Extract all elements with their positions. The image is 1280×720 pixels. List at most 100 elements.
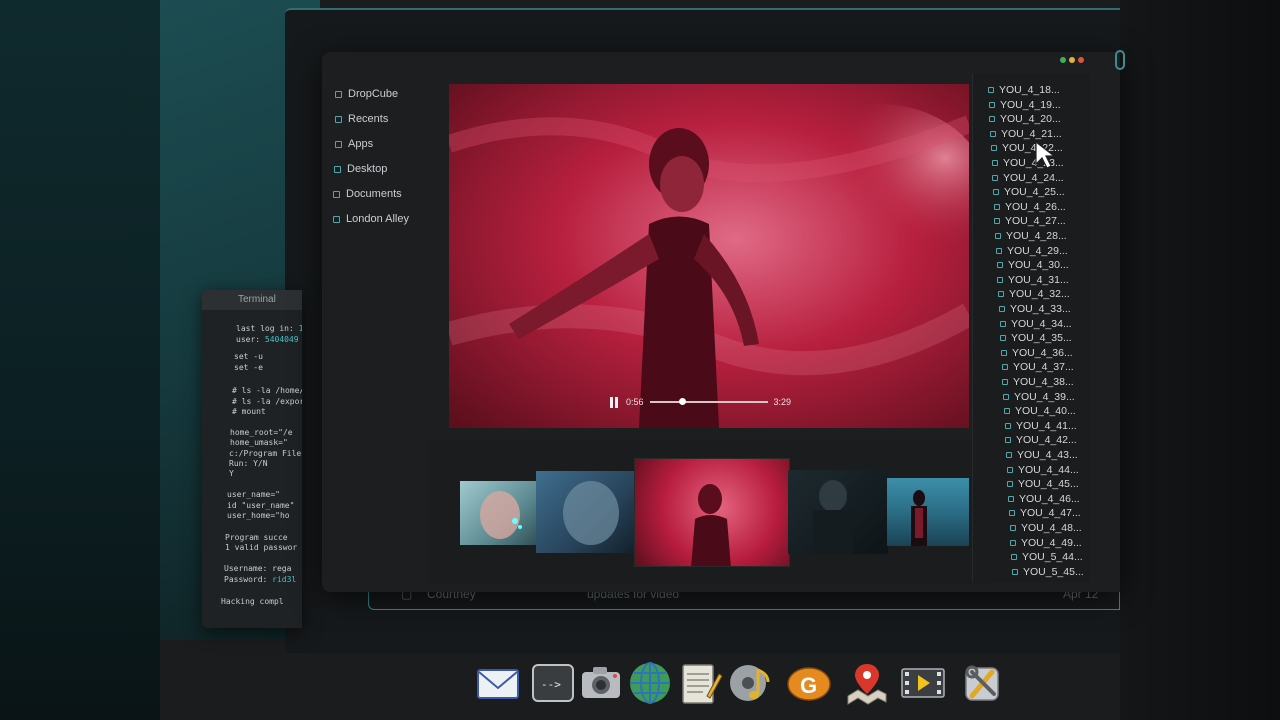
sidebar-item-label: London Alley: [346, 213, 409, 225]
sidebar-item-london-alley[interactable]: London Alley: [333, 213, 409, 225]
thumbnail-2[interactable]: [536, 471, 636, 553]
terminal-line-value: 10-2: [298, 324, 302, 333]
file-list-item[interactable]: YOU_4_39...: [1003, 391, 1075, 403]
file-list-item[interactable]: YOU_4_36...: [1001, 347, 1073, 359]
terminal-line-text: # mount: [232, 407, 266, 416]
sidebar-item-label: Recents: [348, 113, 389, 125]
file-name: YOU_4_29...: [1007, 244, 1068, 257]
file-icon: [1010, 525, 1016, 531]
file-name: YOU_4_36...: [1012, 346, 1073, 359]
file-name: YOU_4_43...: [1017, 449, 1078, 461]
terminal-line-text: home_umask=": [230, 438, 288, 447]
sidebar-item-label: DropCube: [348, 88, 399, 100]
file-name: YOU_4_49...: [1021, 536, 1082, 549]
file-list-item[interactable]: YOU_4_25...: [993, 186, 1065, 198]
video-icon[interactable]: [900, 660, 946, 706]
file-list-item[interactable]: YOU_4_40...: [1004, 405, 1076, 417]
pause-icon[interactable]: [610, 396, 620, 408]
file-list-item[interactable]: YOU_4_37...: [1002, 361, 1074, 373]
file-list-item[interactable]: YOU_4_46...: [1008, 493, 1080, 505]
tools-icon[interactable]: [960, 660, 1006, 706]
duration: 3:29: [773, 397, 792, 407]
g-app-icon[interactable]: G: [786, 660, 832, 706]
sidebar-item-recents[interactable]: Recents: [335, 113, 388, 125]
window-controls: [1060, 57, 1084, 63]
sidebar-item-desktop[interactable]: Desktop: [334, 163, 387, 175]
file-name: YOU_4_33...: [1010, 303, 1071, 315]
documents-icon: [333, 190, 340, 198]
sidebar-item-label: Documents: [346, 188, 402, 200]
sidebar-item-documents[interactable]: Documents: [333, 188, 402, 200]
file-name: YOU_4_19...: [1000, 98, 1061, 111]
file-list-item[interactable]: YOU_4_32...: [998, 288, 1070, 300]
file-list-item[interactable]: YOU_5_45...: [1012, 566, 1084, 578]
dropbox-icon: [335, 90, 342, 98]
file-list-item[interactable]: YOU_4_20...: [989, 113, 1061, 125]
file-list-item[interactable]: YOU_4_19...: [989, 99, 1061, 111]
window-resize-handle[interactable]: [1115, 50, 1125, 70]
terminal-line: id "user_name": [227, 501, 294, 510]
svg-text:-->: -->: [541, 678, 561, 691]
file-icon: [1005, 422, 1011, 429]
file-list-item[interactable]: YOU_4_44...: [1007, 464, 1079, 476]
terminal-line: Program succe: [225, 533, 288, 542]
file-list-item[interactable]: YOU_4_41...: [1005, 420, 1077, 432]
file-list-item[interactable]: YOU_4_27...: [994, 215, 1066, 227]
file-icon: [995, 233, 1001, 239]
file-list-item[interactable]: YOU_4_31...: [997, 274, 1069, 286]
terminal-line: Run: Y/N: [229, 459, 268, 468]
seek-knob[interactable]: [678, 398, 686, 405]
file-list-item[interactable]: YOU_4_28...: [995, 230, 1067, 242]
terminal-icon[interactable]: -->: [530, 660, 576, 706]
globe-icon[interactable]: [627, 660, 673, 706]
terminal-line-text: home_root="/e: [230, 428, 293, 437]
file-list-item[interactable]: YOU_4_21...: [990, 128, 1062, 140]
file-list-item[interactable]: YOU_4_30...: [997, 259, 1069, 271]
camera-icon[interactable]: [578, 660, 624, 706]
file-icon: [989, 101, 995, 108]
file-list-item[interactable]: YOU_4_26...: [994, 201, 1066, 213]
file-list-item[interactable]: YOU_4_33...: [999, 303, 1071, 315]
file-list-item[interactable]: YOU_4_38...: [1002, 376, 1074, 388]
terminal-line-text: Hacking compl: [221, 597, 284, 606]
file-list-item[interactable]: YOU_4_42...: [1005, 434, 1077, 446]
file-list-item[interactable]: YOU_4_43...: [1006, 449, 1078, 461]
thumbnail-3-selected[interactable]: [634, 458, 790, 567]
file-list-item[interactable]: YOU_4_45...: [1007, 478, 1079, 490]
thumbnail-5[interactable]: [887, 478, 969, 546]
music-icon[interactable]: [728, 660, 774, 706]
file-icon: [1004, 408, 1010, 415]
terminal-line-text: # ls -la /home/: [232, 386, 302, 395]
file-icon: [992, 174, 998, 181]
file-list-item[interactable]: YOU_4_29...: [996, 245, 1068, 257]
sidebar-item-dropcube[interactable]: DropCube: [335, 88, 398, 100]
file-icon: [989, 116, 995, 123]
file-list-item[interactable]: YOU_4_18...: [988, 84, 1060, 96]
video-player[interactable]: [449, 84, 969, 428]
thumbnail-1[interactable]: [460, 481, 538, 545]
file-list-item[interactable]: YOU_4_34...: [1000, 318, 1072, 330]
close-button[interactable]: [1078, 57, 1084, 63]
file-name: YOU_4_34...: [1011, 317, 1072, 330]
dock: --> G: [470, 656, 1012, 708]
file-list-item[interactable]: YOU_4_49...: [1010, 537, 1082, 549]
seek-bar[interactable]: [649, 398, 768, 405]
file-list-item[interactable]: YOU_4_24...: [992, 172, 1064, 184]
minimize-button[interactable]: [1069, 57, 1075, 63]
file-list-item[interactable]: YOU_4_48...: [1010, 522, 1082, 534]
file-name: YOU_4_47...: [1020, 507, 1081, 520]
terminal-line-text: set -u: [234, 352, 263, 361]
maximize-button[interactable]: [1060, 57, 1066, 63]
terminal-line: user: 5404049: [236, 335, 299, 344]
thumbnail-4[interactable]: [788, 470, 888, 554]
notes-icon[interactable]: [677, 660, 723, 706]
file-name: YOU_4_18...: [999, 84, 1060, 96]
terminal-line-text: user:: [236, 335, 265, 344]
maps-icon[interactable]: [844, 660, 890, 706]
file-list-item[interactable]: YOU_5_44...: [1011, 551, 1083, 563]
file-list-item[interactable]: YOU_4_35...: [1000, 332, 1072, 344]
file-list-item[interactable]: YOU_4_47...: [1009, 507, 1081, 519]
mail-icon[interactable]: [475, 660, 521, 706]
terminal-window[interactable]: Terminal last log in: 10-2user: 5404049s…: [202, 290, 302, 628]
sidebar-item-apps[interactable]: Apps: [335, 138, 373, 150]
